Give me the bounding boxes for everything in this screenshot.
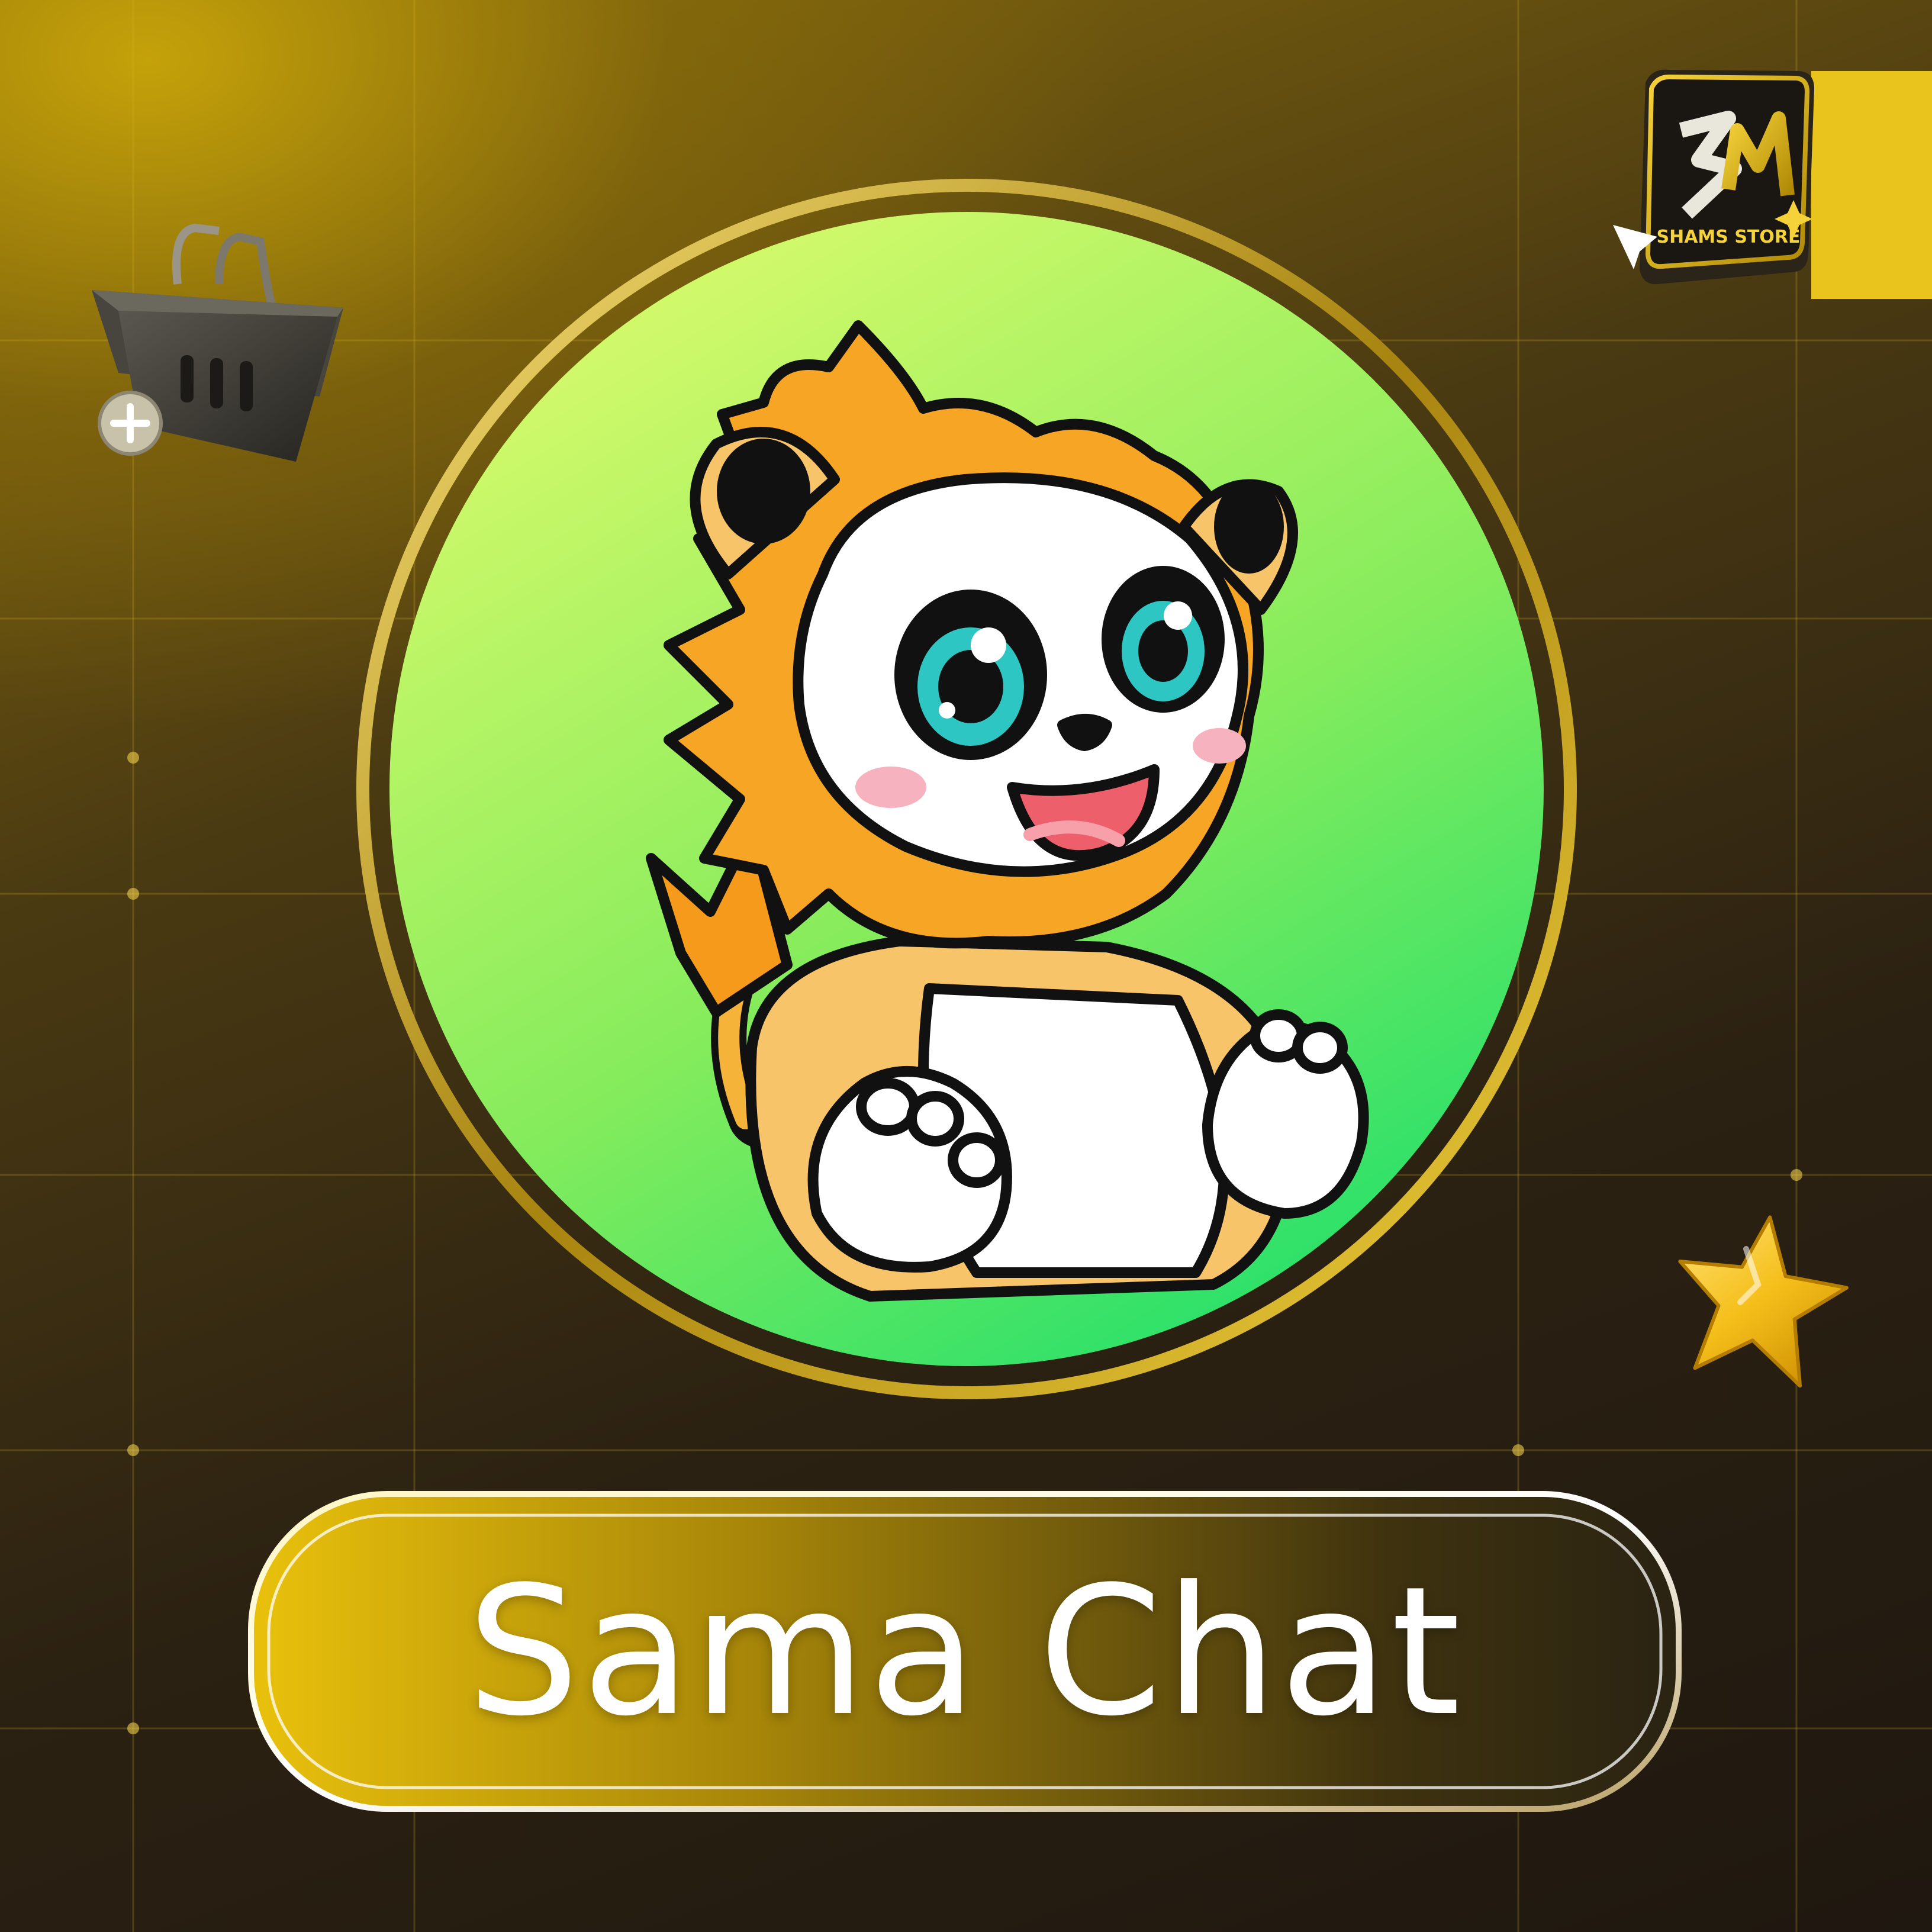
star-icon — [1678, 1215, 1849, 1388]
app-icon-medallion — [356, 179, 1577, 1399]
page-title: Sama Chat — [466, 1548, 1463, 1755]
logo-text: SHAMS STORE — [1656, 227, 1800, 247]
shams-store-logo: SHAMS STORE — [1613, 69, 1932, 299]
shopping-basket-add-icon — [92, 223, 343, 462]
promo-card: SHAMS STORE Sama Chat — [0, 0, 1932, 1932]
